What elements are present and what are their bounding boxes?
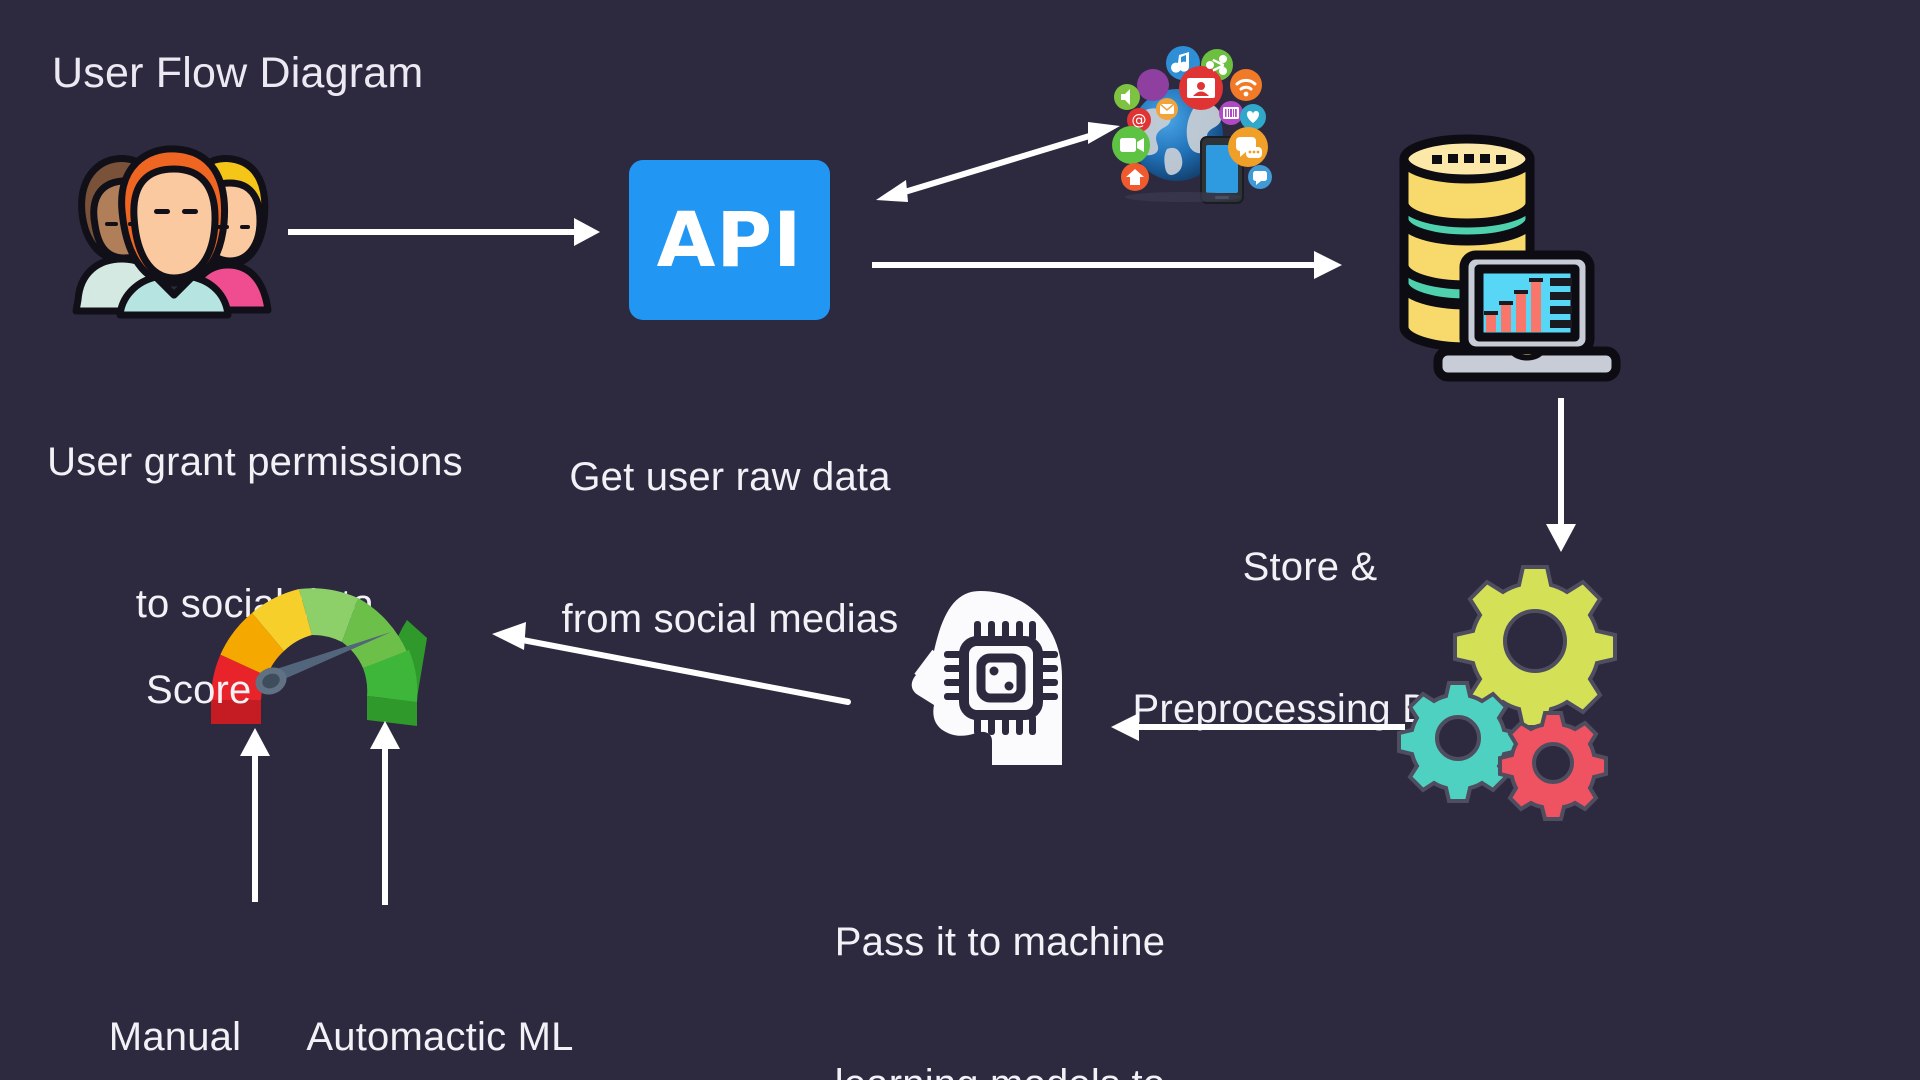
user-flow-diagram-canvas: User Flow Diagram User grant permissions…: [0, 0, 1920, 1080]
auto-weights-label: Automactic ML Based weights: [285, 920, 595, 1080]
arrow-head-to-gauge: [470, 610, 870, 720]
arrow-api-to-social: [868, 110, 1128, 220]
ml-head-caption-line1: Pass it to machine: [834, 920, 1166, 965]
ml-head-caption: Pass it to machine learning models to ge…: [800, 825, 1200, 1080]
manual-weights-line1: Manual: [108, 1015, 242, 1060]
arrow-users-to-api: [288, 212, 608, 252]
page-title: User Flow Diagram: [52, 49, 424, 97]
api-caption-line1: Get user raw data: [569, 455, 891, 500]
head-with-chip-icon: [872, 585, 1072, 785]
three-people-icon: [60, 125, 280, 319]
arrow-manual-weights-to-gauge: [235, 722, 275, 902]
social-media-globe-icon: @: [1105, 25, 1272, 205]
api-node[interactable]: API: [629, 160, 830, 320]
ml-head-caption-line2: learning models to: [800, 1061, 1200, 1080]
api-label: API: [656, 195, 803, 284]
svg-text:@: @: [1132, 111, 1147, 129]
arrow-api-to-database: [872, 245, 1352, 285]
manual-weights-label: Manual weights: [70, 920, 280, 1080]
arrow-auto-weights-to-gauge: [365, 715, 405, 905]
auto-weights-line1: Automactic ML: [306, 1015, 574, 1060]
arrow-database-to-gears: [1538, 398, 1584, 558]
arrow-gears-to-head: [1105, 707, 1405, 747]
users-caption-line1: User grant permissions: [47, 440, 463, 485]
database-laptop-icon: [1390, 134, 1621, 390]
gears-icon: [1397, 555, 1625, 821]
score-label: Score: [146, 668, 252, 712]
